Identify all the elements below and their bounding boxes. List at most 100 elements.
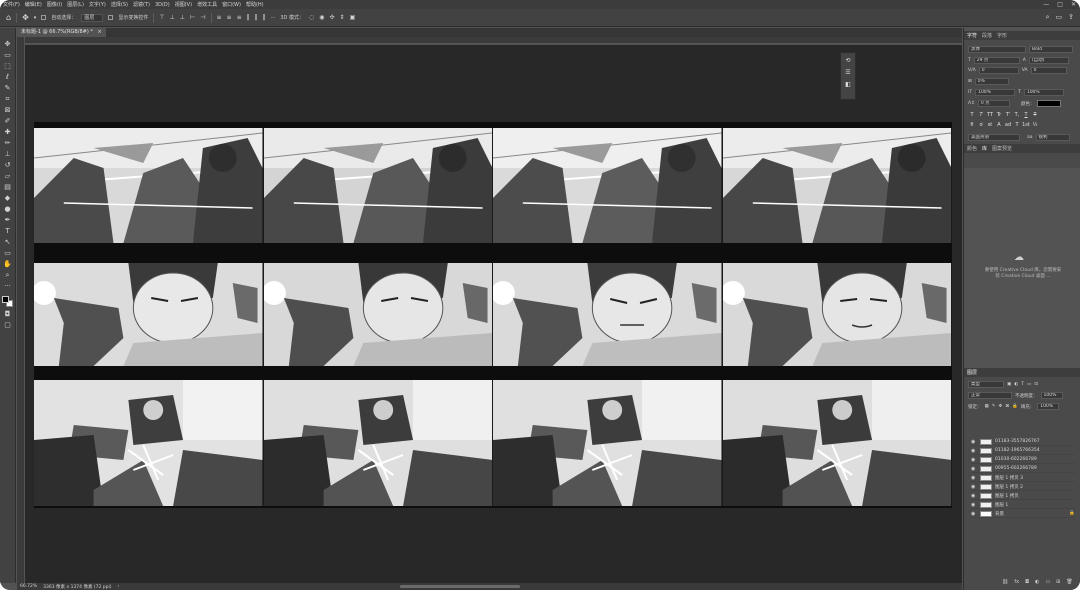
eyedropper-tool-icon[interactable]: ✐ (5, 117, 11, 125)
fraction-button[interactable]: ½ (1031, 122, 1039, 128)
faux-bold-button[interactable]: T (968, 112, 976, 118)
blur-tool-icon[interactable]: ◆ (5, 194, 10, 202)
document-tab-close[interactable]: × (97, 29, 101, 35)
fx-icon[interactable]: fx (1014, 579, 1019, 585)
distribute-bottom-icon[interactable]: ≡ (237, 14, 242, 22)
old-style-button[interactable]: ơ (977, 122, 985, 128)
eraser-tool-icon[interactable]: ▱ (5, 172, 10, 180)
maximize-button[interactable]: □ (1057, 1, 1063, 8)
font-style-select[interactable]: Bold (1029, 46, 1073, 53)
tab-glyphs[interactable]: 字形 (997, 32, 1007, 39)
lock-image-icon[interactable]: ✎ (992, 404, 996, 409)
menu-image[interactable]: 图像(I) (47, 1, 62, 8)
stamp-tool-icon[interactable]: ⊥ (4, 150, 10, 158)
layer-row[interactable]: ◉ 图层 1 (971, 501, 1075, 509)
blend-mode-select[interactable]: 正常 (968, 392, 1012, 399)
lock-position-icon[interactable]: ✥ (999, 404, 1003, 409)
titling-button[interactable]: T (1013, 122, 1021, 128)
share-icon[interactable]: ⇪ (1068, 13, 1074, 21)
new-layer-icon[interactable]: ⊞ (1056, 579, 1060, 585)
history-brush-tool-icon[interactable]: ↺ (5, 161, 11, 169)
healing-brush-tool-icon[interactable]: ✚ (5, 128, 11, 136)
hand-tool-icon[interactable]: ✋ (3, 260, 12, 268)
marquee-tool-icon[interactable]: ⬚ (4, 62, 11, 70)
distribute-right-icon[interactable]: ‖ (263, 14, 266, 22)
layers-icon[interactable]: ◧ (845, 81, 851, 88)
menu-window[interactable]: 窗口(W) (222, 1, 241, 8)
filter-shape-icon[interactable]: ▭ (1027, 382, 1031, 387)
foreground-color-swatch[interactable] (2, 296, 9, 303)
ligature-button[interactable]: fi (968, 122, 976, 128)
roll-icon[interactable]: ◉ (319, 14, 324, 22)
font-family-select[interactable]: 黑体 (968, 46, 1026, 53)
chevron-down-icon[interactable]: ▾ (34, 14, 37, 22)
type-tool-icon[interactable]: T (5, 227, 9, 235)
document-canvas[interactable] (34, 122, 952, 508)
more-options-button[interactable]: ··· (271, 15, 276, 21)
small-caps-button[interactable]: Tr (995, 112, 1003, 118)
layer-filter-select[interactable]: 类型 (968, 381, 1004, 388)
font-size-field[interactable]: 29 点 (973, 57, 1020, 64)
eye-icon[interactable]: ◉ (971, 502, 977, 508)
eye-icon[interactable]: ◉ (971, 466, 977, 472)
distribute-left-icon[interactable]: ‖ (247, 14, 250, 22)
strikethrough-button[interactable]: T (1031, 112, 1039, 118)
eye-icon[interactable]: ◉ (971, 448, 977, 454)
tab-libraries[interactable]: 库 (982, 145, 987, 152)
leading-field[interactable]: (自动) (1028, 57, 1069, 64)
more-tools-icon[interactable]: ··· (4, 282, 11, 290)
menu-3d[interactable]: 3D(D) (155, 2, 170, 8)
trash-icon[interactable]: 🗑 (1066, 579, 1072, 585)
opacity-field[interactable]: 100% (1040, 392, 1063, 399)
layer-row[interactable]: ◉ 图层 1 拷贝 3 (971, 474, 1075, 482)
tab-layers[interactable]: 图层 (967, 369, 977, 376)
move-icon[interactable]: ✥ (22, 13, 29, 22)
lock-all-icon[interactable]: 🔒 (1012, 404, 1018, 409)
menu-help[interactable]: 帮助(H) (246, 1, 264, 8)
language-select[interactable]: 美国英语 (968, 134, 1020, 141)
ruler-horizontal[interactable] (25, 37, 962, 44)
superscript-button[interactable]: T' (1004, 112, 1012, 118)
show-transform-checkbox[interactable] (108, 15, 114, 20)
scale-3d-icon[interactable]: ▣ (350, 14, 356, 22)
menu-filter[interactable]: 滤镜(T) (133, 1, 150, 8)
lock-pixels-icon[interactable]: ▦ (985, 404, 989, 409)
fill-field[interactable]: 100% (1037, 403, 1060, 410)
properties-icon[interactable]: ☰ (845, 69, 850, 76)
eye-icon[interactable]: ◉ (971, 493, 977, 499)
auto-select-dropdown[interactable]: 图层 (81, 13, 104, 22)
lasso-tool-icon[interactable]: ℓ (6, 73, 9, 81)
stylistic-alt-button[interactable]: st (986, 122, 994, 128)
status-menu-arrow[interactable]: › (118, 584, 120, 589)
menu-plugins[interactable]: 增效工具 (197, 1, 217, 8)
minimize-button[interactable]: — (1043, 1, 1049, 8)
artboard-tool-icon[interactable]: ▭ (4, 51, 11, 59)
align-hcenter-icon[interactable]: ⊣ (200, 14, 205, 22)
slide-3d-icon[interactable]: ⇕ (340, 14, 345, 22)
discretionary-button[interactable]: ad (1004, 122, 1012, 128)
tab-pattern-preview[interactable]: 图案预览 (992, 145, 1012, 152)
close-button[interactable]: ✕ (1071, 1, 1076, 8)
underline-button[interactable]: T (1022, 112, 1030, 118)
menu-view[interactable]: 视图(V) (175, 1, 192, 8)
crop-tool-icon[interactable]: ⌗ (6, 95, 10, 103)
align-bottom-icon[interactable]: ⊥ (180, 14, 185, 22)
filter-smart-icon[interactable]: ⊡ (1034, 382, 1038, 387)
align-left-icon[interactable]: ⊢ (190, 14, 195, 22)
menu-layer[interactable]: 图层(L) (67, 1, 84, 8)
adjustment-icon[interactable]: ◐ (1035, 579, 1039, 585)
zoom-tool-icon[interactable]: ⌕ (6, 271, 10, 279)
align-vcenter-icon[interactable]: ⊥ (170, 14, 175, 22)
history-icon[interactable]: ⟲ (845, 57, 850, 64)
home-icon[interactable]: ⌂ (6, 13, 11, 22)
lock-artboard-icon[interactable]: ⊠ (1005, 404, 1009, 409)
quick-mask-icon[interactable]: ◘ (5, 310, 11, 318)
subscript-button[interactable]: T, (1013, 112, 1021, 118)
menu-type[interactable]: 文字(Y) (89, 1, 106, 8)
layer-row[interactable]: ◉ 图层 1 拷贝 2 (971, 483, 1075, 491)
mask-icon[interactable]: ◘ (1025, 579, 1029, 585)
zoom-level[interactable]: 66.72% (20, 584, 37, 589)
horizontal-scrollbar[interactable] (400, 585, 520, 588)
ordinal-button[interactable]: 1st (1022, 122, 1030, 128)
pan-3d-icon[interactable]: ✣ (330, 14, 335, 22)
